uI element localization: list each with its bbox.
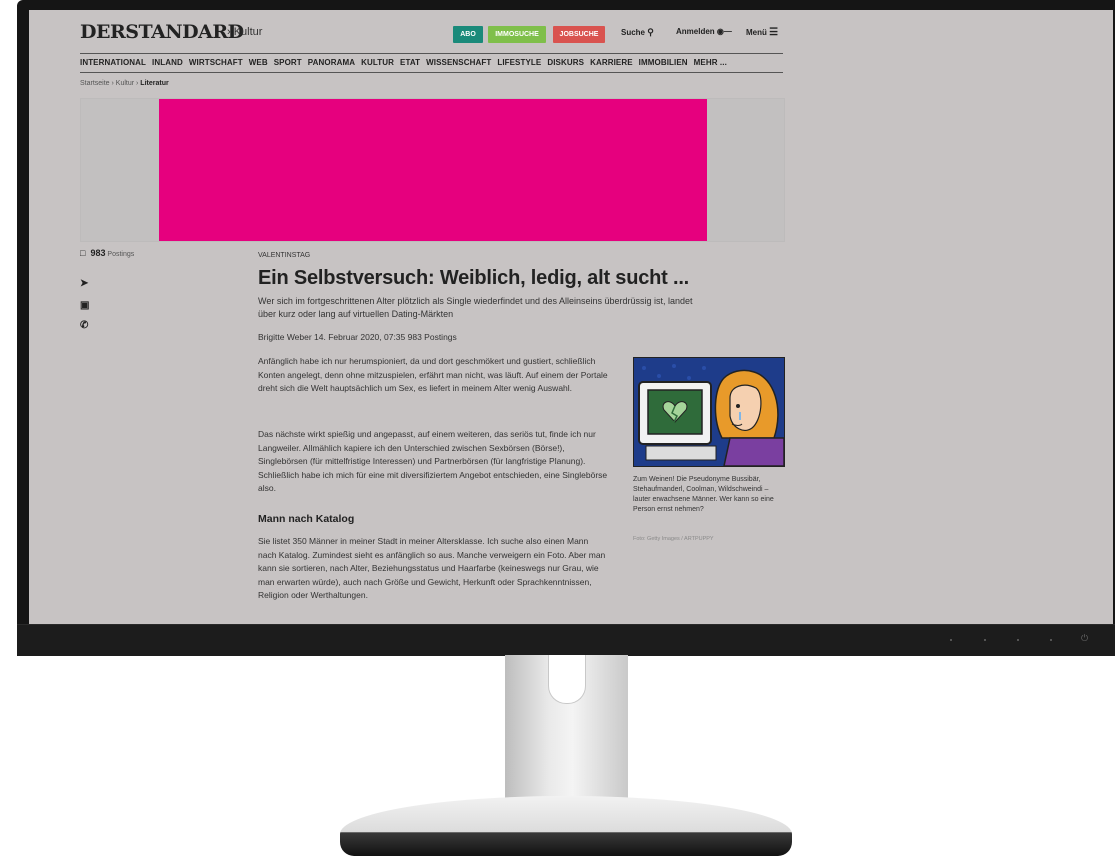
- nav-item-immobilien[interactable]: IMMOBILIEN: [639, 54, 688, 72]
- illustration-crying-woman: [634, 358, 784, 466]
- site-logo[interactable]: DERSTANDARD: [80, 21, 244, 43]
- abo-button[interactable]: ABO: [453, 26, 483, 43]
- main-nav: INTERNATIONAL INLAND WIRTSCHAFT WEB SPOR…: [80, 53, 783, 73]
- login-link[interactable]: Anmelden ◉—: [676, 27, 732, 36]
- nav-item-diskurs[interactable]: DISKURS: [547, 54, 584, 72]
- monitor-button-icon: [1017, 639, 1019, 641]
- article-headline: Ein Selbstversuch: Weiblich, ledig, alt …: [258, 267, 690, 289]
- postings-count: 983: [90, 248, 106, 258]
- twitter-icon[interactable]: ➤: [80, 278, 88, 289]
- facebook-icon[interactable]: ▣: [80, 300, 89, 311]
- nav-item-wissenschaft[interactable]: WISSENSCHAFT: [426, 54, 491, 72]
- screen: DERSTANDARD › Kultur ABO IMMOSUCHE JOBSU…: [29, 10, 1113, 624]
- nav-item-mehr[interactable]: MEHR ...: [694, 54, 727, 72]
- breadcrumb-path[interactable]: Startseite › Kultur ›: [80, 80, 140, 87]
- article-paragraph-1: Anfänglich habe ich nur herumspioniert, …: [258, 356, 608, 393]
- section-label[interactable]: › Kultur: [227, 26, 262, 38]
- monitor-base: [340, 796, 792, 856]
- monitor-button-icon: [950, 639, 952, 641]
- comment-icon: □: [80, 248, 86, 258]
- login-label: Anmelden: [676, 27, 715, 36]
- hamburger-icon: ☰: [769, 27, 779, 38]
- article-subheading: Mann nach Katalog: [258, 513, 355, 525]
- ad-banner[interactable]: [159, 99, 707, 241]
- jobsuche-button[interactable]: JOBSUCHE: [553, 26, 605, 43]
- nav-item-web[interactable]: WEB: [249, 54, 268, 72]
- article-paragraph-2: Das nächste wirkt spießig und angepasst,…: [258, 429, 608, 493]
- immosuche-button[interactable]: IMMOSUCHE: [488, 26, 546, 43]
- search-icon: ⚲: [647, 27, 654, 37]
- key-icon: ◉—: [716, 27, 732, 36]
- article-lead: Wer sich im fortgeschrittenen Alter plöt…: [258, 296, 693, 319]
- nav-item-karriere[interactable]: KARRIERE: [590, 54, 633, 72]
- article-byline: Brigitte Weber 14. Februar 2020, 07:35 9…: [258, 332, 457, 342]
- menu-label: Menü: [746, 28, 767, 37]
- power-icon: ⏻: [1081, 634, 1089, 644]
- nav-item-inland[interactable]: INLAND: [152, 54, 183, 72]
- article-sidebar: □ 983 Postings: [80, 248, 134, 258]
- nav-item-kultur[interactable]: KULTUR: [361, 54, 394, 72]
- article-paragraph-3: Sie listet 350 Männer in meiner Stadt in…: [258, 536, 606, 600]
- search-label: Suche: [621, 28, 646, 37]
- nav-item-sport[interactable]: SPORT: [274, 54, 302, 72]
- nav-item-panorama[interactable]: PANORAMA: [308, 54, 355, 72]
- nav-item-lifestyle[interactable]: LIFESTYLE: [497, 54, 541, 72]
- image-caption: Zum Weinen! Die Pseudonyme Bussibär, Ste…: [633, 476, 774, 513]
- stand-cable-hole: [548, 655, 586, 704]
- search-link[interactable]: Suche ⚲: [621, 27, 654, 38]
- nav-item-wirtschaft[interactable]: WIRTSCHAFT: [189, 54, 243, 72]
- monitor-button-icon: [984, 639, 986, 641]
- breadcrumb: Startseite › Kultur › Literatur: [80, 80, 169, 87]
- postings-label: Postings: [107, 251, 135, 258]
- monitor-button-icon: [1050, 639, 1052, 641]
- menu-link[interactable]: Menü ☰: [746, 27, 778, 38]
- breadcrumb-current[interactable]: Literatur: [140, 80, 168, 87]
- nav-item-international[interactable]: INTERNATIONAL: [80, 54, 146, 72]
- postings-counter[interactable]: □ 983 Postings: [80, 248, 134, 258]
- ad-container: [80, 98, 785, 242]
- image-credit: Foto: Getty Images / ARTPUPPY: [633, 536, 714, 542]
- article-image[interactable]: [633, 357, 785, 467]
- whatsapp-icon[interactable]: ✆: [80, 320, 88, 331]
- nav-item-etat[interactable]: ETAT: [400, 54, 420, 72]
- article-kicker: VALENTINSTAG: [258, 252, 311, 259]
